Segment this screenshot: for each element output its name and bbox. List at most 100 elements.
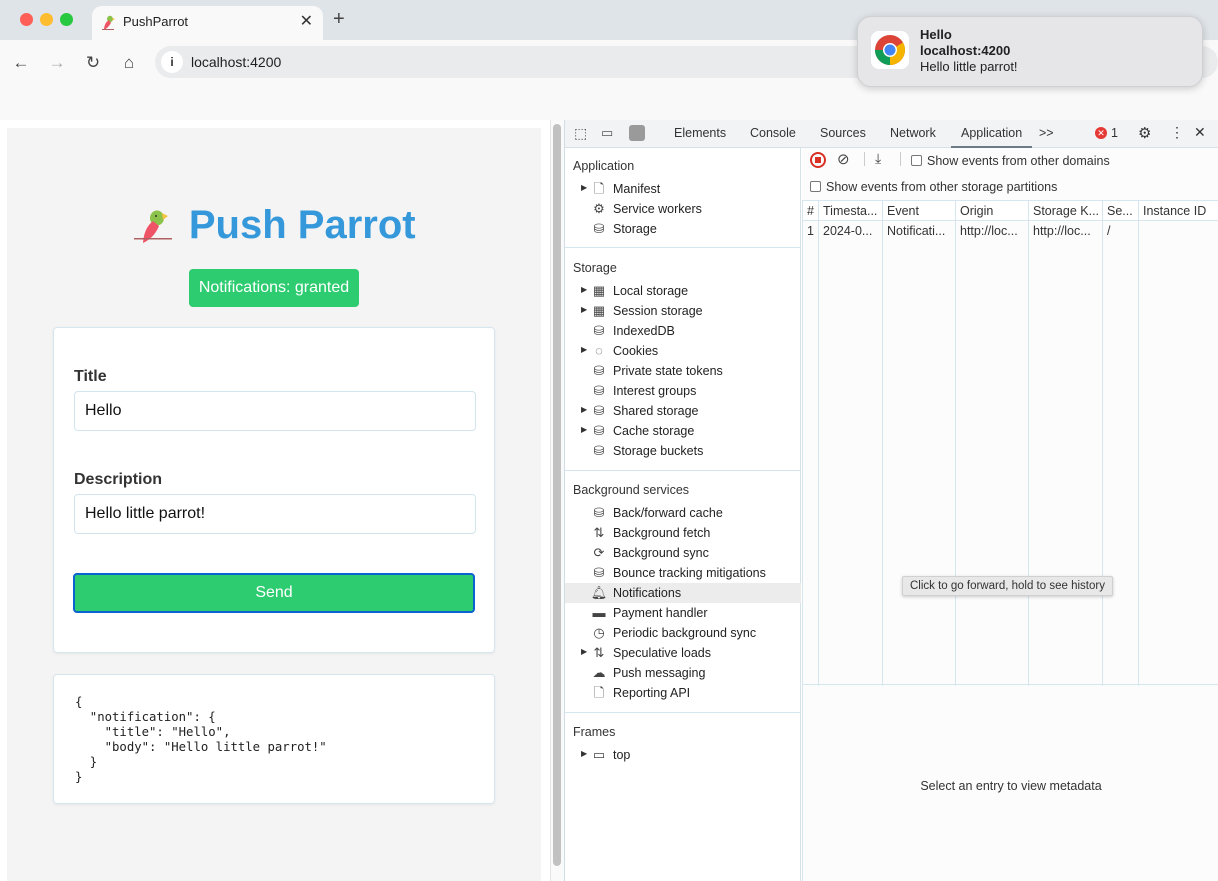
tab-application[interactable]: Application (951, 126, 1033, 148)
sidebar-item-bounce-tracking[interactable]: ⛁ Bounce tracking mitigations (565, 563, 801, 583)
database-icon: ⛁ (593, 505, 605, 520)
device-toolbar-icon[interactable]: ▭ (601, 125, 613, 141)
database-icon: ⛁ (593, 443, 605, 458)
settings-gear-icon[interactable]: ⚙ (1138, 124, 1151, 142)
column-header-origin[interactable]: Origin (956, 201, 1029, 221)
show-other-domains-checkbox[interactable]: Show events from other domains (911, 154, 1110, 168)
record-button[interactable] (810, 152, 826, 168)
cloud-icon: ☁ (592, 665, 606, 680)
tab-elements[interactable]: Elements (674, 126, 726, 140)
error-count[interactable]: 1 (1111, 126, 1118, 140)
section-header-storage: Storage (573, 261, 617, 275)
sidebar-item-payment-handler[interactable]: ▬ Payment handler (565, 603, 801, 623)
site-info-icon[interactable]: i (161, 51, 183, 73)
database-icon: ⛁ (593, 363, 605, 378)
title-input[interactable]: Hello (74, 391, 476, 431)
events-table: # Timesta... Event Origin Storage K... S… (802, 200, 1218, 686)
sidebar-item-indexeddb[interactable]: ⛁ IndexedDB (565, 321, 801, 341)
window-maximize-button[interactable] (60, 13, 73, 26)
sidebar-item-frame-top[interactable]: ▶ ▭ top (565, 745, 801, 765)
description-label: Description (74, 471, 163, 488)
tab-title: PushParrot (123, 14, 189, 29)
show-other-partitions-checkbox[interactable]: Show events from other storage partition… (810, 180, 1057, 194)
sidebar-item-cache-storage[interactable]: ▶ ⛁ Cache storage (565, 421, 801, 441)
system-notification[interactable]: Hello localhost:4200 Hello little parrot… (857, 16, 1203, 87)
reload-icon[interactable]: ↻ (81, 53, 105, 73)
back-arrow-icon[interactable]: ← (9, 53, 33, 73)
up-down-arrows-icon: ⇅ (593, 645, 605, 660)
sidebar-item-back-forward-cache[interactable]: ⛁ Back/forward cache (565, 503, 801, 523)
sidebar-item-push-messaging[interactable]: ☁ Push messaging (565, 663, 801, 683)
expand-arrow-icon[interactable]: ▶ (581, 647, 587, 656)
send-button[interactable]: Send (73, 573, 475, 613)
clock-icon: ◷ (593, 625, 605, 640)
window-minimize-button[interactable] (40, 13, 53, 26)
window-close-button[interactable] (20, 13, 33, 26)
column-header-storage-key[interactable]: Storage K... (1029, 201, 1103, 221)
sidebar-item-manifest[interactable]: ▶ 🗋 Manifest (565, 179, 801, 199)
more-options-icon[interactable]: ⋮ (1170, 124, 1184, 141)
expand-arrow-icon[interactable]: ▶ (581, 285, 587, 294)
expand-arrow-icon[interactable]: ▶ (581, 405, 587, 414)
app-title: Push Parrot (188, 203, 416, 247)
sidebar-item-storage-buckets[interactable]: ⛁ Storage buckets (565, 441, 801, 461)
expand-arrow-icon[interactable]: ▶ (581, 345, 587, 354)
sidebar-item-speculative-loads[interactable]: ▶ ⇅ Speculative loads (565, 643, 801, 663)
database-icon: ⛁ (593, 383, 605, 398)
sidebar-item-cookies[interactable]: ▶ ◌ Cookies (565, 341, 801, 361)
divider (900, 152, 901, 166)
sidebar-item-service-workers[interactable]: ⚙ Service workers (565, 199, 801, 219)
sidebar-item-background-sync[interactable]: ⟳ Background sync (565, 543, 801, 563)
sidebar-item-periodic-background-sync[interactable]: ◷ Periodic background sync (565, 623, 801, 643)
column-header-instance-id[interactable]: Instance ID (1139, 201, 1218, 221)
sidebar-item-interest-groups[interactable]: ⛁ Interest groups (565, 381, 801, 401)
error-icon[interactable]: ✕ (1095, 127, 1107, 139)
credit-card-icon: ▬ (592, 605, 606, 620)
extension-hex-icon[interactable] (629, 125, 645, 141)
sidebar-item-session-storage[interactable]: ▶ ▦ Session storage (565, 301, 801, 321)
expand-arrow-icon[interactable]: ▶ (581, 425, 587, 434)
more-tabs-button[interactable]: >> (1039, 126, 1054, 140)
sidebar-item-shared-storage[interactable]: ▶ ⛁ Shared storage (565, 401, 801, 421)
table-cell[interactable]: / (1103, 221, 1139, 686)
table-cell[interactable]: Notificati... (883, 221, 956, 686)
sidebar-item-private-state-tokens[interactable]: ⛁ Private state tokens (565, 361, 801, 381)
database-icon: ⛁ (593, 323, 605, 338)
page-scrollbar-thumb[interactable] (553, 124, 561, 866)
expand-arrow-icon[interactable]: ▶ (581, 183, 587, 192)
notifications-panel: ⊘ ⤓ Show events from other domains Show … (802, 148, 1218, 881)
table-cell[interactable]: 2024-0... (819, 221, 883, 686)
inspect-element-icon[interactable]: ⬚ (574, 125, 587, 142)
tab-close-icon[interactable]: ✕ (300, 11, 313, 31)
tab-network[interactable]: Network (890, 126, 936, 140)
table-cell[interactable]: http://loc... (956, 221, 1029, 686)
column-header-timestamp[interactable]: Timesta... (819, 201, 883, 221)
new-tab-button[interactable]: + (333, 8, 345, 31)
clear-icon[interactable]: ⊘ (837, 150, 850, 168)
table-cell[interactable] (1139, 221, 1218, 686)
column-header-index[interactable]: # (803, 201, 819, 221)
expand-arrow-icon[interactable]: ▶ (581, 305, 587, 314)
sidebar-item-storage[interactable]: ⛁ Storage (565, 219, 801, 239)
section-header-background-services: Background services (573, 483, 690, 497)
sidebar-item-background-fetch[interactable]: ⇅ Background fetch (565, 523, 801, 543)
column-header-service-worker-scope[interactable]: Se... (1103, 201, 1139, 221)
payload-json: { "notification": { "title": "Hello", "b… (75, 695, 327, 784)
sidebar-item-notifications[interactable]: 🔔︎ Notifications (565, 583, 801, 603)
description-input[interactable]: Hello little parrot! (74, 494, 476, 534)
tab-sources[interactable]: Sources (820, 126, 866, 140)
sidebar-item-reporting-api[interactable]: 🗋 Reporting API (565, 683, 801, 703)
expand-arrow-icon[interactable]: ▶ (581, 749, 587, 758)
tab-console[interactable]: Console (750, 126, 796, 140)
download-icon[interactable]: ⤓ (875, 150, 881, 167)
url-text[interactable]: localhost:4200 (191, 54, 281, 70)
browser-tab[interactable]: PushParrot ✕ (92, 6, 323, 40)
close-devtools-icon[interactable]: ✕ (1194, 124, 1206, 141)
table-cell[interactable]: 1 (803, 221, 819, 686)
cookie-icon: ◌ (595, 343, 603, 358)
sidebar-item-local-storage[interactable]: ▶ ▦ Local storage (565, 281, 801, 301)
forward-arrow-icon[interactable]: → (45, 53, 69, 73)
column-header-event[interactable]: Event (883, 201, 956, 221)
table-cell[interactable]: http://loc... (1029, 221, 1103, 686)
home-icon[interactable]: ⌂ (117, 53, 141, 73)
